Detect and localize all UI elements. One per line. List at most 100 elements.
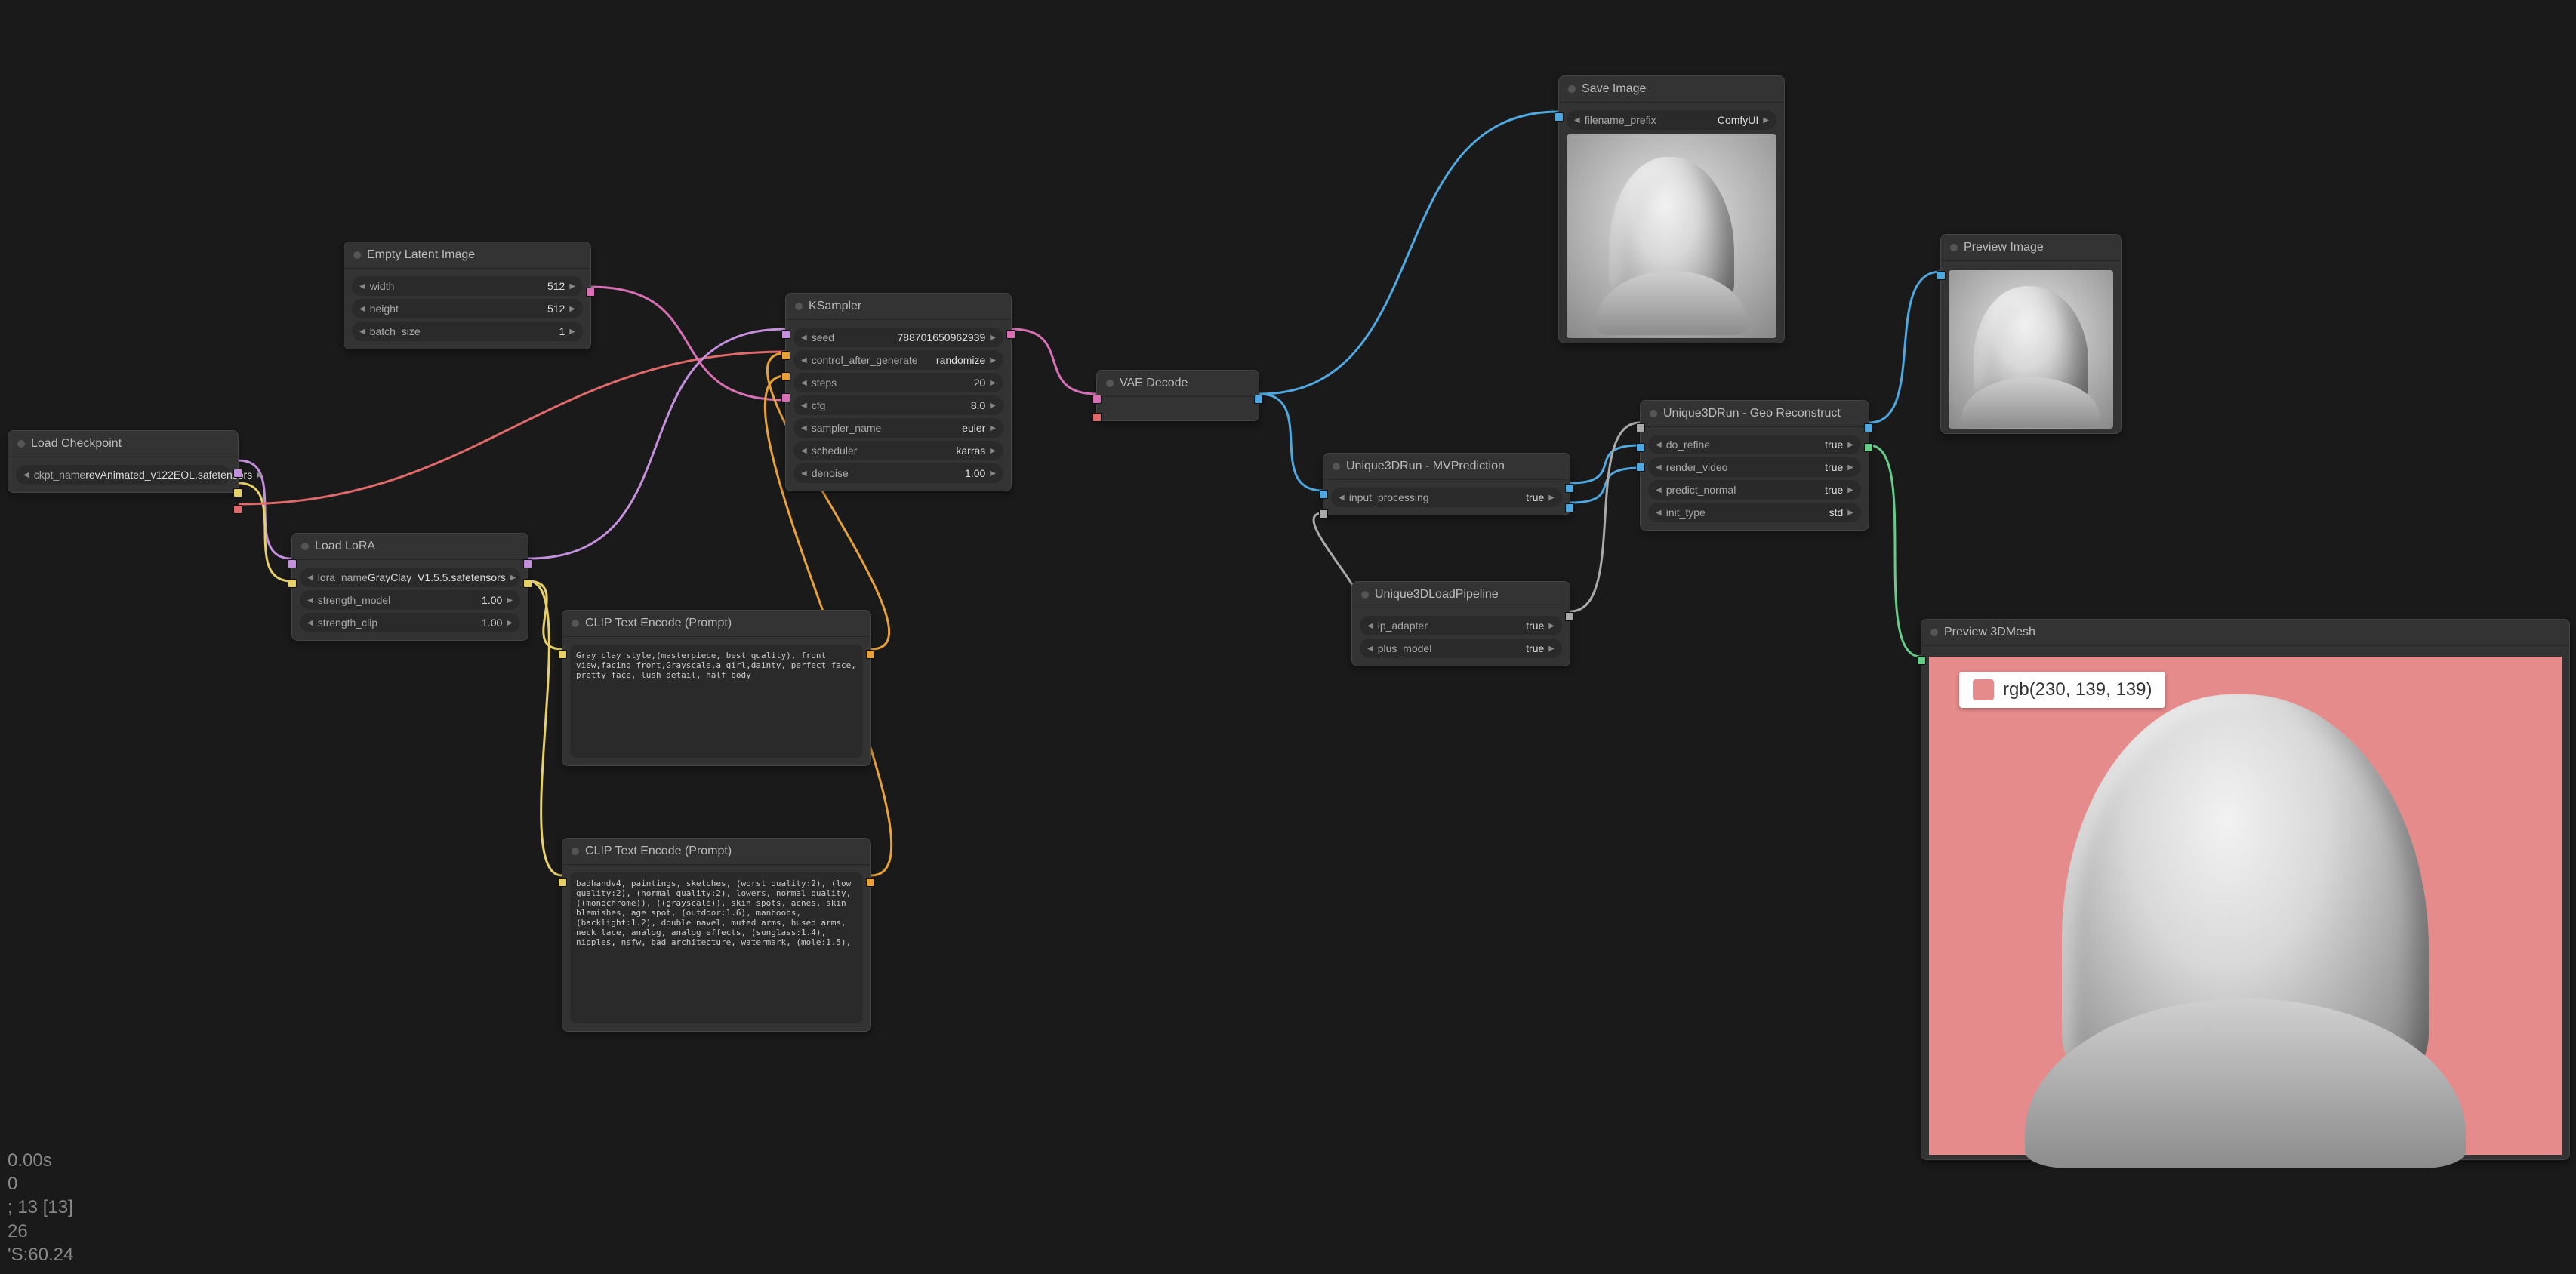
collapse-icon[interactable]: [1333, 463, 1340, 470]
port-front-image-out[interactable]: [1565, 484, 1574, 493]
textarea-positive-prompt[interactable]: Gray clay style,(masterpiece, best quali…: [570, 645, 863, 758]
edge[interactable]: [239, 352, 785, 504]
node-mvprediction[interactable]: Unique3DRun - MVPrediction ◀input_proces…: [1323, 453, 1570, 515]
widget-batch-size[interactable]: ◀batch_size1▶: [352, 322, 583, 341]
collapse-icon[interactable]: [353, 251, 361, 259]
port-pipeline-in[interactable]: [1319, 509, 1328, 519]
collapse-icon[interactable]: [572, 620, 579, 627]
port-rgb-pils-out[interactable]: [1565, 503, 1574, 512]
preview-3d-viewport[interactable]: rgb(230, 139, 139): [1929, 657, 2562, 1155]
widget-cfg[interactable]: ◀cfg8.0▶: [793, 395, 1003, 415]
widget-predict-normal[interactable]: ◀predict_normaltrue▶: [1648, 480, 1861, 500]
port-clip-out[interactable]: [233, 488, 242, 497]
collapse-icon[interactable]: [1568, 85, 1576, 93]
collapse-icon[interactable]: [795, 303, 803, 310]
node-title: Unique3DLoadPipeline: [1375, 588, 1499, 602]
node-load-lora[interactable]: Load LoRA ◀lora_nameGrayClay_V1.5.5.safe…: [291, 533, 528, 641]
chevron-left-icon[interactable]: ◀: [23, 471, 29, 479]
node-clip-negative[interactable]: CLIP Text Encode (Prompt) badhandv4, pai…: [562, 838, 871, 1032]
port-model-in[interactable]: [288, 559, 297, 568]
edge[interactable]: [528, 329, 785, 559]
collapse-icon[interactable]: [17, 440, 25, 448]
chevron-right-icon[interactable]: ▶: [257, 471, 263, 479]
widget-scheduler[interactable]: ◀schedulerkarras▶: [793, 441, 1003, 460]
node-preview-image[interactable]: Preview Image: [1940, 234, 2122, 434]
port-pipeline-out[interactable]: [1565, 612, 1574, 621]
port-samples-in[interactable]: [1092, 395, 1102, 404]
widget-filename-prefix[interactable]: ◀filename_prefixComfyUI▶: [1567, 110, 1776, 130]
node-empty-latent[interactable]: Empty Latent Image ◀width512▶ ◀height512…: [344, 242, 591, 349]
port-mesh-in[interactable]: [1917, 656, 1926, 665]
port-images-in[interactable]: [1555, 112, 1564, 122]
widget-steps[interactable]: ◀steps20▶: [793, 373, 1003, 392]
port-conditioning-out[interactable]: [866, 650, 875, 659]
widget-ip-adapter[interactable]: ◀ip_adaptertrue▶: [1360, 616, 1562, 635]
widget-seed[interactable]: ◀seed788701650962939▶: [793, 328, 1003, 347]
node-clip-positive[interactable]: CLIP Text Encode (Prompt) Gray clay styl…: [562, 610, 871, 766]
port-model-out[interactable]: [523, 559, 532, 568]
port-vae-out[interactable]: [233, 505, 242, 514]
widget-do-refine[interactable]: ◀do_refinetrue▶: [1648, 435, 1861, 454]
edge[interactable]: [1570, 468, 1640, 503]
port-mesh-out[interactable]: [1864, 443, 1873, 452]
collapse-icon[interactable]: [1361, 591, 1369, 599]
widget-denoise[interactable]: ◀denoise1.00▶: [793, 463, 1003, 483]
edge[interactable]: [590, 287, 785, 400]
edge[interactable]: [1012, 329, 1096, 394]
node-save-image[interactable]: Save Image ◀filename_prefixComfyUI▶: [1558, 75, 1785, 343]
port-model-in[interactable]: [781, 330, 790, 339]
widget-ckpt-name[interactable]: ◀ ckpt_name revAnimated_v122EOL.safetens…: [16, 465, 230, 485]
node-geo-reconstruct[interactable]: Unique3DRun - Geo Reconstruct ◀do_refine…: [1640, 400, 1869, 531]
port-vae-in[interactable]: [1092, 413, 1102, 422]
collapse-icon[interactable]: [1106, 380, 1114, 387]
edge[interactable]: [528, 581, 562, 875]
collapse-icon[interactable]: [1650, 410, 1657, 417]
port-positive-in[interactable]: [781, 351, 790, 360]
port-preview-out[interactable]: [1864, 423, 1873, 432]
port-rgb-pils-in[interactable]: [1636, 463, 1645, 472]
edge[interactable]: [1869, 272, 1940, 423]
port-clip-in[interactable]: [288, 579, 297, 588]
edge[interactable]: [1570, 445, 1640, 483]
port-image-in[interactable]: [1319, 490, 1328, 499]
collapse-icon[interactable]: [572, 848, 579, 855]
widget-input-processing[interactable]: ◀input_processingtrue▶: [1331, 488, 1562, 507]
node-load-checkpoint[interactable]: Load Checkpoint ◀ ckpt_name revAnimated_…: [8, 430, 239, 493]
widget-strength-clip[interactable]: ◀strength_clip1.00▶: [300, 613, 520, 632]
edge[interactable]: [1570, 423, 1640, 611]
collapse-icon[interactable]: [301, 543, 309, 550]
widget-width[interactable]: ◀width512▶: [352, 276, 583, 296]
port-clip-in[interactable]: [558, 650, 567, 659]
widget-lora-name[interactable]: ◀lora_nameGrayClay_V1.5.5.safetensors▶: [300, 568, 520, 587]
port-clip-in[interactable]: [558, 878, 567, 887]
widget-plus-model[interactable]: ◀plus_modeltrue▶: [1360, 639, 1562, 658]
collapse-icon[interactable]: [1930, 629, 1938, 636]
node-load-pipeline[interactable]: Unique3DLoadPipeline ◀ip_adaptertrue▶ ◀p…: [1351, 581, 1570, 666]
edge[interactable]: [1259, 112, 1558, 394]
node-ksampler[interactable]: KSampler ◀seed788701650962939▶ ◀control_…: [785, 293, 1012, 491]
widget-render-video[interactable]: ◀render_videotrue▶: [1648, 457, 1861, 477]
widget-control-after-generate[interactable]: ◀control_after_generaterandomize▶: [793, 350, 1003, 370]
port-negative-in[interactable]: [781, 372, 790, 381]
port-model-out[interactable]: [233, 469, 242, 478]
widget-strength-model[interactable]: ◀strength_model1.00▶: [300, 590, 520, 610]
port-latent-in[interactable]: [781, 393, 790, 402]
port-front-image-in[interactable]: [1636, 443, 1645, 452]
textarea-negative-prompt[interactable]: badhandv4, paintings, sketches, (worst q…: [570, 872, 863, 1023]
widget-init-type[interactable]: ◀init_typestd▶: [1648, 503, 1861, 522]
widget-sampler-name[interactable]: ◀sampler_nameeuler▶: [793, 418, 1003, 438]
edge[interactable]: [1869, 445, 1921, 657]
port-latent-out[interactable]: [1006, 330, 1015, 339]
edge[interactable]: [1259, 394, 1323, 491]
port-image-out[interactable]: [1254, 395, 1263, 404]
port-latent-out[interactable]: [586, 288, 595, 297]
port-images-in[interactable]: [1937, 271, 1946, 280]
edge[interactable]: [528, 581, 562, 649]
node-vae-decode[interactable]: VAE Decode: [1096, 370, 1259, 421]
widget-height[interactable]: ◀height512▶: [352, 299, 583, 318]
collapse-icon[interactable]: [1950, 244, 1958, 251]
port-pipeline-in[interactable]: [1636, 423, 1645, 432]
port-clip-out[interactable]: [523, 579, 532, 588]
node-preview-3dmesh[interactable]: Preview 3DMesh rgb(230, 139, 139): [1921, 619, 2570, 1160]
port-conditioning-out[interactable]: [866, 878, 875, 887]
